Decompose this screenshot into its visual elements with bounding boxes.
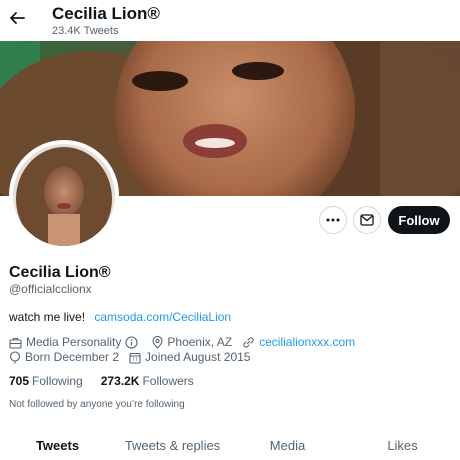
follow-button[interactable]: Follow [388,206,450,234]
mail-icon [360,214,374,226]
location-icon [152,336,163,349]
tab-media[interactable]: Media [230,430,345,460]
following-label: Following [32,374,83,388]
birthday-label: Born December 2 [25,350,120,364]
more-icon [326,218,340,222]
followers-count: 273.2K [100,374,140,388]
follow-stats: 705 Following 273.2K Followers [9,374,212,389]
following-stat[interactable]: 705 Following [9,374,83,389]
profile-name: Cecilia Lion® [9,264,111,281]
tweet-count: 23.4K Tweets [52,25,119,37]
followed-by-note: Not followed by anyone you’re following [9,399,185,410]
birthday-icon [9,351,21,364]
avatar-image [13,144,115,246]
followers-stat[interactable]: 273.2K Followers [101,374,194,389]
website-link[interactable]: cecilialionxxx.com [259,335,355,350]
profile-meta-row-2: Born December 2 Joined August 2015 [9,350,260,365]
tab-tweets[interactable]: Tweets [0,430,115,460]
followers-label: Followers [142,374,194,388]
birthday: Born December 2 [9,350,119,365]
link-icon [243,337,254,348]
profile-tabs: Tweets Tweets & replies Media Likes [0,430,460,460]
tab-likes[interactable]: Likes [345,430,460,460]
category: Media Personality [9,335,142,350]
message-button[interactable] [353,206,381,234]
more-button[interactable] [319,206,347,234]
calendar-icon [129,352,141,364]
bio-text: watch me live! [9,310,86,324]
website: cecilialionxxx.com [242,335,355,350]
category-label: Media Personality [26,335,122,349]
profile-handle: @officialcclionx [9,282,92,296]
avatar[interactable] [9,140,119,250]
following-count: 705 [9,374,30,388]
bio-link[interactable]: camsoda.com/CeciliaLion [94,310,231,324]
header-title: Cecilia Lion® [52,4,160,23]
back-arrow-icon [10,12,25,24]
location-label: Phoenix, AZ [167,335,233,349]
bio: watch me live! camsoda.com/CeciliaLion [9,310,231,325]
tab-tweets-replies[interactable]: Tweets & replies [115,430,230,460]
profile-meta-row-1: Media Personality Phoenix, AZ cecilialio… [9,335,365,350]
info-icon[interactable] [125,336,138,349]
location: Phoenix, AZ [152,335,232,350]
join-date-label: Joined August 2015 [145,350,251,364]
join-date: Joined August 2015 [129,350,250,365]
briefcase-icon [9,337,22,349]
back-button[interactable] [6,7,28,29]
top-bar: Cecilia Lion® 23.4K Tweets [0,0,460,41]
